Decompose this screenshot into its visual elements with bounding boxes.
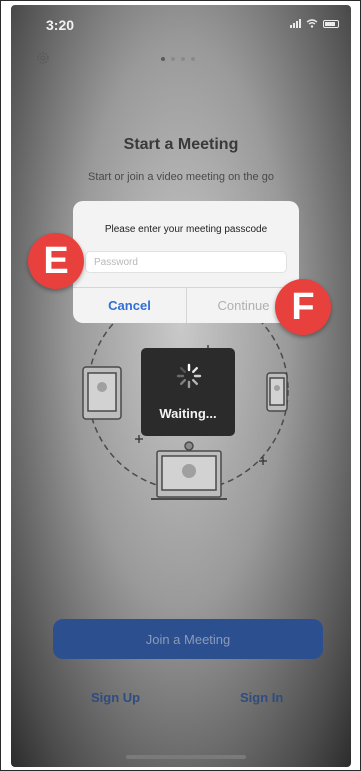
passcode-dialog: Please enter your meeting passcode Cance… xyxy=(73,201,299,323)
loading-label: Waiting... xyxy=(159,406,217,421)
home-indicator[interactable] xyxy=(126,755,246,759)
spinner-icon xyxy=(176,363,202,389)
room-display-icon xyxy=(151,441,227,500)
phone-icon xyxy=(266,372,288,412)
sign-up-link[interactable]: Sign Up xyxy=(91,690,140,705)
annotation-marker-e: E xyxy=(28,233,84,289)
passcode-input[interactable] xyxy=(85,251,287,273)
loading-overlay: Waiting... xyxy=(141,348,235,436)
join-meeting-button[interactable]: Join a Meeting xyxy=(53,619,323,659)
dialog-message: Please enter your meeting passcode xyxy=(104,224,268,235)
phone-frame: 3:20 Start a Meeting Start or join a vid… xyxy=(0,0,361,771)
cancel-button[interactable]: Cancel xyxy=(73,288,186,323)
app-screen: 3:20 Start a Meeting Start or join a vid… xyxy=(11,5,351,767)
tablet-icon xyxy=(82,366,122,420)
sign-in-link[interactable]: Sign In xyxy=(240,690,283,705)
annotation-marker-f: F xyxy=(275,279,331,335)
